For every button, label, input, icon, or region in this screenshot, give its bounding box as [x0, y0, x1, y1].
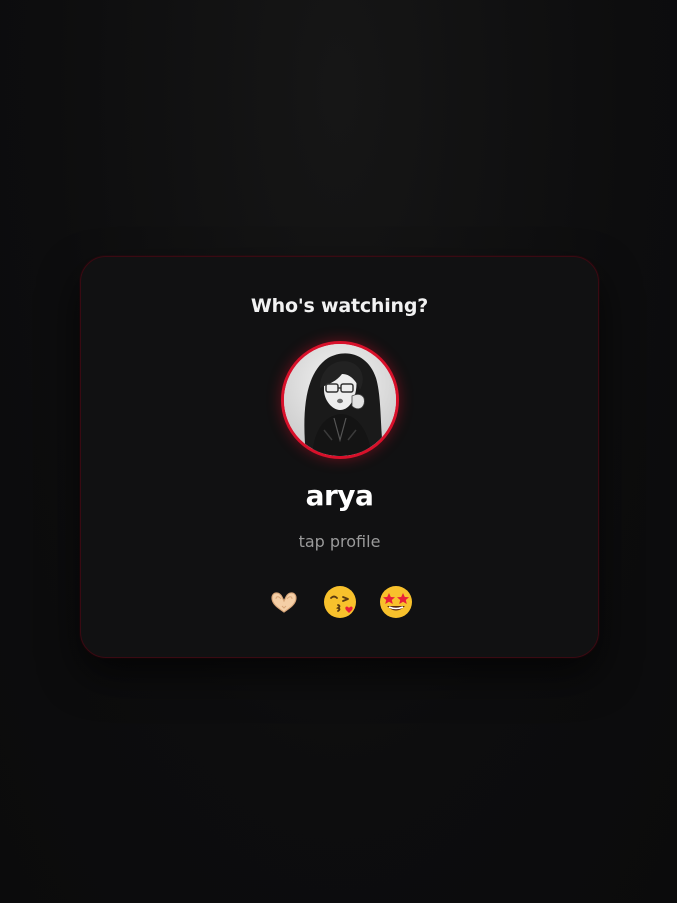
star-struck-face-icon[interactable]: [378, 584, 414, 620]
profile-hint: tap profile: [298, 532, 381, 551]
heart-hands-icon[interactable]: [266, 584, 302, 620]
anime-avatar-image: [284, 344, 396, 456]
profile-avatar[interactable]: [281, 341, 399, 459]
kissing-face-icon[interactable]: [322, 584, 358, 620]
page-title: Who's watching?: [250, 295, 429, 317]
profile-card: Who's watching? arya tap profile: [80, 256, 599, 658]
reaction-bar: [81, 584, 598, 620]
profile-name[interactable]: arya: [81, 479, 598, 512]
profile-select-screen: Who's watching? arya tap profile: [0, 0, 677, 903]
